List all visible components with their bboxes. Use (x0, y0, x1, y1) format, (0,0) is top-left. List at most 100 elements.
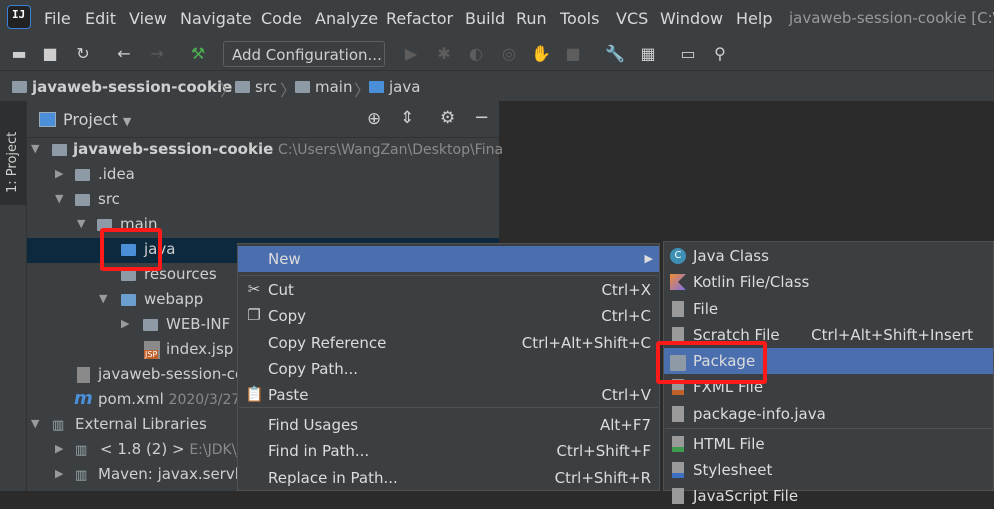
forward-arrow-icon[interactable]: → (147, 44, 167, 64)
menu-edit[interactable]: Edit (85, 9, 116, 28)
chevron-down-icon[interactable]: ▼ (55, 192, 63, 205)
menu-bar: IJ File Edit View Navigate Code Analyze … (0, 0, 994, 38)
chevron-down-icon[interactable]: ▼ (77, 217, 85, 230)
folder-icon (75, 169, 90, 181)
save-icon[interactable]: ■ (40, 44, 60, 64)
project-view-selector[interactable]: Project ▼ (63, 110, 131, 129)
menu-item-new[interactable]: New ▶ (238, 246, 659, 272)
menu-analyze[interactable]: Analyze (315, 9, 378, 28)
jsp-file-icon: JSP (144, 341, 160, 359)
add-configuration-button[interactable]: Add Configuration... (223, 41, 385, 67)
attach-icon[interactable]: ✋ (531, 44, 551, 64)
menu-item-find-in-path[interactable]: Find in Path... Ctrl+Shift+F (238, 438, 659, 464)
library-icon: ▥ (75, 468, 88, 483)
run-icon[interactable]: ▶ (401, 44, 421, 64)
copy-icon: ❐ (247, 306, 261, 324)
breadcrumb-main[interactable]: main (295, 78, 352, 96)
java-class-icon: C (670, 248, 686, 264)
chevron-right-icon[interactable]: ▶ (121, 317, 129, 330)
open-folder-icon[interactable]: ▬ (9, 44, 29, 64)
hide-panel-icon[interactable]: − (474, 107, 489, 128)
scissors-icon: ✂ (247, 280, 261, 298)
web-folder-icon (121, 294, 136, 306)
menu-item-copy-reference[interactable]: Copy Reference Ctrl+Alt+Shift+C (238, 330, 659, 356)
menu-code[interactable]: Code (261, 9, 302, 28)
tree-item-project-root[interactable]: ▼ javaweb-session-cookie C:\Users\WangZa… (27, 138, 503, 163)
settings-wrench-icon[interactable]: 🔧 (605, 44, 625, 64)
collapse-all-icon[interactable]: ⇕ (400, 108, 414, 128)
menu-item-copy[interactable]: ❐ Copy Ctrl+C (238, 303, 659, 329)
menu-separator (665, 428, 992, 429)
chevron-down-icon[interactable]: ▼ (31, 417, 39, 430)
submenu-item-java-class[interactable]: C Java Class (664, 243, 993, 269)
chevron-down-icon: ▼ (122, 115, 132, 128)
submenu-item-html[interactable]: HTML File (664, 431, 993, 457)
menu-vcs[interactable]: VCS (616, 9, 648, 28)
submenu-item-javascript[interactable]: JavaScript File (664, 483, 993, 509)
terminal-icon[interactable]: ▭ (678, 44, 698, 64)
chevron-right-icon[interactable]: ▶ (55, 467, 63, 480)
library-icon: ▥ (75, 443, 88, 458)
chevron-right-icon[interactable]: ▶ (55, 167, 63, 180)
submenu-item-package-info[interactable]: package-info.java (664, 401, 993, 427)
project-panel-header: Project ▼ ⊕ ⇕ ⚙ − (27, 101, 499, 138)
project-tool-tab[interactable]: 1: Project (0, 101, 26, 205)
menu-window[interactable]: Window (660, 9, 723, 28)
build-hammer-icon[interactable]: ⚒ (188, 44, 208, 64)
menu-view[interactable]: View (129, 9, 167, 28)
submenu-item-file[interactable]: File (664, 296, 993, 322)
chevron-down-icon[interactable]: ▼ (31, 142, 39, 155)
menu-separator (239, 407, 658, 408)
menu-item-paste[interactable]: 📋 Paste Ctrl+V (238, 382, 659, 408)
locate-target-icon[interactable]: ⊕ (367, 109, 381, 129)
chevron-right-icon[interactable]: ▶ (55, 442, 63, 455)
chevron-right-icon: 〉 (220, 81, 237, 100)
project-structure-icon[interactable]: ▦ (638, 44, 658, 64)
module-folder-icon (52, 144, 67, 156)
menu-file[interactable]: File (44, 9, 71, 28)
html-icon (672, 436, 684, 452)
breadcrumb-src[interactable]: src (235, 78, 277, 96)
menu-navigate[interactable]: Navigate (180, 9, 252, 28)
source-folder-icon (369, 81, 384, 93)
menu-run[interactable]: Run (516, 9, 547, 28)
breadcrumb: javaweb-session-cookie 〉 src 〉 main 〉 ja… (0, 71, 994, 102)
library-icon: ▥ (52, 418, 65, 433)
debug-icon[interactable]: ✱ (434, 44, 454, 64)
project-view-icon (39, 112, 56, 127)
file-icon (672, 301, 684, 317)
chevron-right-icon: 〉 (280, 81, 297, 100)
menu-item-cut[interactable]: ✂ Cut Ctrl+X (238, 277, 659, 303)
tree-item-src[interactable]: ▼ src (27, 188, 499, 213)
menu-tools[interactable]: Tools (560, 9, 599, 28)
java-file-icon (672, 406, 684, 422)
submenu-item-kotlin[interactable]: Kotlin File/Class (664, 269, 993, 295)
kotlin-icon (670, 274, 686, 290)
menu-item-find-usages[interactable]: Find Usages Alt+F7 (238, 412, 659, 438)
breadcrumb-java[interactable]: java (369, 78, 420, 96)
menu-refactor[interactable]: Refactor (386, 9, 453, 28)
gear-icon[interactable]: ⚙ (440, 108, 455, 128)
css-icon (672, 462, 684, 478)
search-icon[interactable]: ⚲ (710, 44, 730, 64)
coverage-icon[interactable]: ◐ (466, 44, 486, 64)
folder-icon (75, 194, 90, 206)
menu-item-copy-path[interactable]: Copy Path... (238, 356, 659, 382)
toolbar: ▬ ■ ↻ ← → ⚒ ▶ ✱ ◐ ◎ ✋ ■ 🔧 ▦ ▭ ⚲ (0, 38, 994, 71)
tree-item-idea[interactable]: ▶ .idea (27, 163, 499, 188)
menu-build[interactable]: Build (465, 9, 505, 28)
sync-icon[interactable]: ↻ (73, 44, 93, 64)
menu-item-replace-in-path[interactable]: Replace in Path... Ctrl+Shift+R (238, 465, 659, 491)
submenu-item-stylesheet[interactable]: Stylesheet (664, 457, 993, 483)
tree-item-main[interactable]: ▼ main (27, 213, 499, 238)
intellij-logo-icon: IJ (8, 6, 30, 28)
profile-icon[interactable]: ◎ (499, 44, 519, 64)
stop-icon[interactable]: ■ (563, 44, 583, 64)
maven-icon: m (74, 388, 93, 409)
back-arrow-icon[interactable]: ← (114, 44, 134, 64)
annotation-box-package (656, 341, 767, 384)
chevron-down-icon[interactable]: ▼ (99, 292, 107, 305)
menu-help[interactable]: Help (736, 9, 772, 28)
clipboard-icon: 📋 (245, 385, 264, 403)
breadcrumb-project[interactable]: javaweb-session-cookie (12, 78, 232, 96)
